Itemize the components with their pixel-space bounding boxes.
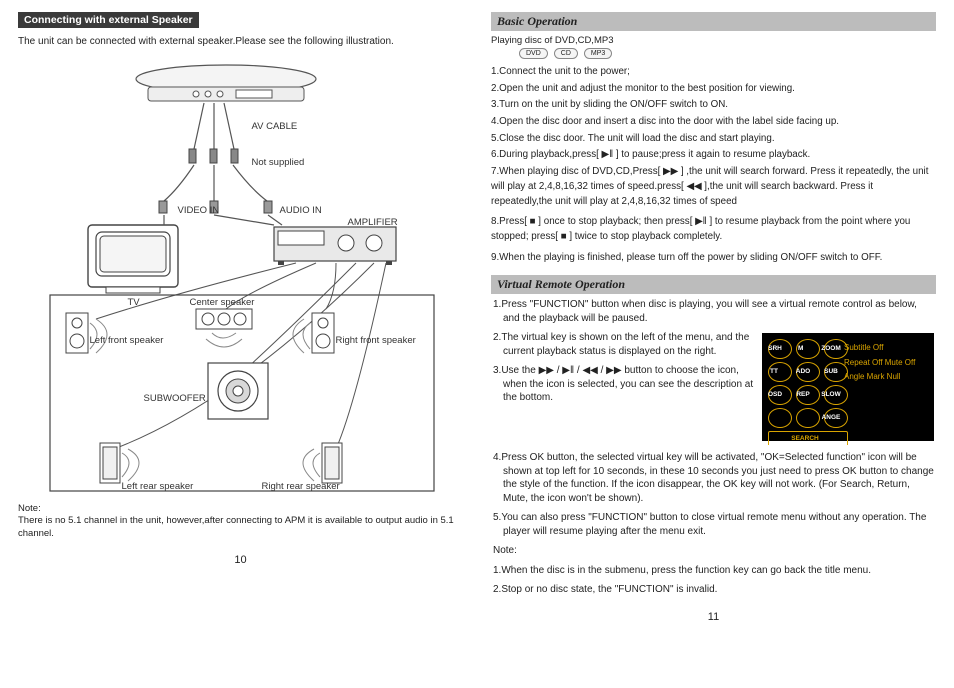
vro-note-label: Note: (491, 544, 936, 558)
vro-note-1: 1.When the disc is in the submenu, press… (491, 564, 936, 578)
step-7: 7.When playing disc of DVD,CD,Press[ ▶▶ … (491, 165, 936, 209)
badge-mp3: MP3 (584, 48, 612, 59)
remote-btn-blank2 (796, 408, 820, 428)
remote-btn-tt: TT (768, 362, 792, 382)
section-title-basic-operation: Basic Operation (491, 12, 936, 31)
note-label: Note: (18, 503, 41, 514)
virtual-remote-panel: SRH M ZOOM TT ADO SUB OSD REP SLOW ANGE … (762, 333, 934, 441)
remote-btn-ado: ADO (796, 362, 820, 382)
label-center-speaker: Center speaker (190, 297, 255, 308)
basic-operation-list: 1.Connect the unit to the power; 2.Open … (491, 65, 936, 265)
vro-step-1: 1.Press "FUNCTION" button when disc is p… (491, 298, 936, 325)
diagram-svg (26, 57, 456, 497)
basic-subhead: Playing disc of DVD,CD,MP3 (491, 35, 936, 46)
remote-status-2: Repeat Off Mute Off (854, 356, 928, 370)
remote-status-1: Subtitle Off (854, 341, 928, 355)
page-number-left: 10 (18, 554, 463, 566)
remote-btn-blank1 (768, 408, 792, 428)
label-right-rear: Right rear speaker (262, 481, 340, 492)
badge-dvd: DVD (519, 48, 548, 59)
remote-btn-rep: REP (796, 385, 820, 405)
remote-btn-ange: ANGE (824, 408, 848, 428)
center-speaker-icon (196, 309, 252, 329)
section-title-virtual-remote: Virtual Remote Operation (491, 275, 936, 294)
vro-step-5: 5.You can also press "FUNCTION" button t… (491, 511, 936, 538)
step-2: 2.Open the unit and adjust the monitor t… (491, 82, 936, 97)
note-block: Note: There is no 5.1 channel in the uni… (18, 503, 463, 540)
left-rear-speaker-icon (100, 443, 120, 483)
label-left-front: Left front speaker (90, 335, 164, 346)
label-subwoofer: SUBWOOFER (144, 393, 206, 404)
badge-cd: CD (554, 48, 578, 59)
label-video-in: VIDEO IN (178, 205, 220, 216)
step-8: 8.Press[ ■ ] once to stop playback; then… (491, 215, 936, 244)
step-6: 6.During playback,press[ ▶‖ ] to pause;p… (491, 148, 936, 163)
label-av-cable: AV CABLE (252, 121, 298, 132)
label-audio-in: AUDIO IN (280, 205, 322, 216)
page-left: Connecting with external Speaker The uni… (18, 12, 463, 623)
step-1: 1.Connect the unit to the power; (491, 65, 936, 80)
page-right: Basic Operation Playing disc of DVD,CD,M… (491, 12, 936, 623)
label-left-rear: Left rear speaker (122, 481, 194, 492)
step-4: 4.Open the disc door and insert a disc i… (491, 115, 936, 130)
intro-text: The unit can be connected with external … (18, 36, 463, 47)
label-not-supplied: Not supplied (252, 157, 305, 168)
right-front-speaker-icon (312, 313, 334, 353)
left-front-speaker-icon (66, 313, 88, 353)
virtual-remote-list: 1.Press "FUNCTION" button when disc is p… (491, 298, 936, 597)
remote-btn-osd: OSD (768, 385, 792, 405)
connection-diagram: AV CABLE Not supplied VIDEO IN AUDIO IN … (26, 57, 456, 497)
note-text: There is no 5.1 channel in the unit, how… (18, 515, 454, 538)
vro-step-4: 4.Press OK button, the selected virtual … (491, 451, 936, 505)
label-right-front: Right front speaker (336, 335, 416, 346)
step-3: 3.Turn on the unit by sliding the ON/OFF… (491, 98, 936, 113)
remote-search-label: SEARCH (768, 431, 848, 445)
step-9: 9.When the playing is finished, please t… (491, 251, 936, 266)
remote-btn-m: M (796, 339, 820, 359)
vro-note-2: 2.Stop or no disc state, the "FUNCTION" … (491, 583, 936, 597)
section-title-connecting: Connecting with external Speaker (18, 12, 199, 28)
remote-status-3: Angle Mark Null (854, 370, 928, 384)
remote-btn-srh: SRH (768, 339, 792, 359)
remote-status-panel: Subtitle Off Repeat Off Mute Off Angle M… (854, 339, 928, 435)
disc-badges: DVD CD MP3 (519, 48, 936, 59)
remote-btn-slow: SLOW (824, 385, 848, 405)
page-number-right: 11 (491, 611, 936, 623)
right-rear-speaker-icon (322, 443, 342, 483)
label-tv: TV (128, 297, 140, 308)
step-5: 5.Close the disc door. The unit will loa… (491, 132, 936, 147)
label-amplifier: AMPLIFIER (348, 217, 398, 228)
